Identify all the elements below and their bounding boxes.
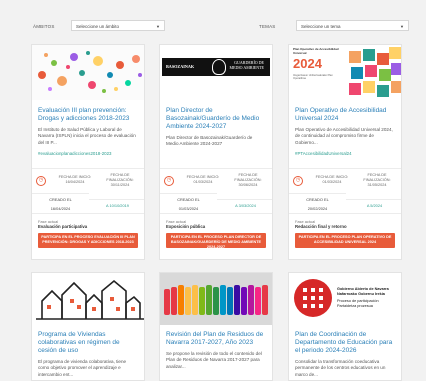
created-date: 01/03/2024 — [178, 206, 199, 211]
created-date: 20/02/2024 — [307, 206, 328, 211]
ambitos-select-value: Seleccione un ámbito — [76, 24, 120, 29]
basozainak-banner: BASOZAINAK GUARDERÍO DE MEDIO AMBIENTE — [162, 58, 270, 76]
chevron-down-icon: ▼ — [156, 24, 160, 29]
end-date-label: FECHA DE FINALIZACIÓN: — [234, 173, 262, 182]
clock-icon: ◷ — [293, 176, 303, 186]
card-dates: ◷ FECHA DE INICIO: 01/03/2024 FECHA DE F… — [160, 168, 272, 214]
card-title[interactable]: Plan de Coordinación de Departamento de … — [295, 331, 395, 355]
created-label: CREADO EL — [177, 197, 200, 202]
card-dates: ◷ FECHA DE INICIO: 01/03/2024 FECHA DE F… — [289, 168, 401, 214]
ambitos-label: ÁMBITOS — [33, 24, 55, 29]
card-image — [32, 273, 144, 325]
process-card[interactable]: Gobierno Abierto de Navarra Nafarroako G… — [288, 272, 402, 381]
process-card[interactable]: BASOZAINAK GUARDERÍO DE MEDIO AMBIENTE P… — [159, 44, 273, 260]
end-date-label: FECHA DE FINALIZACIÓN: — [106, 173, 134, 182]
houses-illustration — [36, 279, 144, 320]
card-description: El programa de vivienda colaborativa, ti… — [38, 359, 127, 377]
participants-count: A 10/10/2019 — [89, 199, 144, 208]
card-image: Gobierno Abierto de Navarra Nafarroako G… — [289, 273, 401, 325]
participants-count: A 3/03/2024 — [217, 199, 272, 208]
card-hashtag[interactable]: #PTAccesibilidadUniversal24 — [295, 151, 395, 156]
created-date: 16/04/2024 — [50, 206, 71, 211]
process-card[interactable]: Evaluación III plan prevención: Drogas y… — [31, 44, 145, 260]
card-hashtag[interactable]: #evaluacionplanadicciones2018-2023 — [38, 151, 138, 156]
start-date: 01/03/2024 — [322, 180, 342, 184]
process-card[interactable]: Plan Operativo de Accesibilidad Universa… — [288, 44, 402, 260]
clock-icon: ◷ — [36, 176, 46, 186]
participate-button[interactable]: PARTICIPA EN EL PROCESO EVALUACIÓN III P… — [38, 233, 138, 248]
logo-icon — [212, 59, 226, 75]
card-description: Consolidar la transformación coeducativa… — [295, 359, 386, 377]
card-title[interactable]: Plan Operativo de Accesibilidad Universa… — [295, 107, 395, 123]
filter-bar: ÁMBITOS Seleccione un ámbito ▼ TEMAS Sel… — [0, 0, 426, 40]
card-image — [32, 45, 144, 100]
end-date: 30/11/2024 — [110, 183, 130, 187]
start-date: 16/04/2024 — [65, 180, 85, 184]
chevron-down-icon: ▼ — [400, 24, 404, 29]
created-label: CREADO EL — [49, 197, 72, 202]
colored-bottles-image — [160, 273, 272, 325]
phase-value: Evaluación participativa — [38, 224, 88, 229]
card-title[interactable]: Evaluación III plan prevención: Drogas y… — [38, 107, 138, 123]
participate-button[interactable]: PARTICIPA EN EL PROCESO PLAN DIRECTOR DE… — [166, 233, 266, 249]
process-card[interactable]: Programa de Viviendas colaborativas en r… — [31, 272, 145, 381]
card-image: BASOZAINAK GUARDERÍO DE MEDIO AMBIENTE — [160, 45, 272, 100]
card-description: Se propone la revisión de todo el conten… — [166, 351, 262, 369]
tema-label: TEMAS — [259, 24, 276, 29]
card-description: Plan Operativo de Accesibilidad Universa… — [295, 127, 393, 145]
card-title[interactable]: Programa de Viviendas colaborativas en r… — [38, 331, 138, 355]
participants-count: A 5/2024 — [346, 199, 401, 208]
end-date: 30/06/2024 — [238, 183, 258, 187]
card-description: El Instituto de Salud Pública y Laboral … — [38, 127, 136, 145]
participate-button[interactable]: PARTICIPA EN EL PROCESO PLAN OPERATIVO D… — [295, 233, 395, 248]
card-title[interactable]: Revisión del Plan de Residuos de Navarra… — [166, 331, 266, 347]
phase-value: Redacción final y retorno — [295, 224, 347, 229]
card-image: Plan Operativo de Accesibilidad Universa… — [289, 45, 401, 100]
end-date-label: FECHA DE FINALIZACIÓN: — [363, 173, 391, 182]
card-title[interactable]: Plan Director de Basozainak/Guarderío de… — [166, 107, 266, 131]
toy-blocks-image — [349, 47, 401, 97]
clock-icon: ◷ — [164, 176, 174, 186]
tema-select[interactable]: Seleccione un tema ▼ — [296, 20, 409, 31]
ambitos-select[interactable]: Seleccione un ámbito ▼ — [71, 20, 165, 31]
card-dates: ◷ FECHA DE INICIO: 16/04/2024 FECHA DE F… — [32, 168, 144, 214]
colorful-dots-image — [38, 51, 142, 93]
tema-select-value: Seleccione un tema — [301, 24, 341, 29]
start-date: 01/03/2024 — [193, 180, 213, 184]
phase-value: Exposición pública — [166, 224, 206, 229]
card-image — [160, 273, 272, 325]
end-date: 31/05/2024 — [367, 183, 387, 187]
created-label: CREADO EL — [306, 197, 329, 202]
process-card[interactable]: Revisión del Plan de Residuos de Navarra… — [159, 272, 273, 381]
card-description: Plan Director de Basozainak/Guarderío de… — [166, 135, 253, 147]
gobierno-abierto-logo-icon — [294, 279, 332, 317]
